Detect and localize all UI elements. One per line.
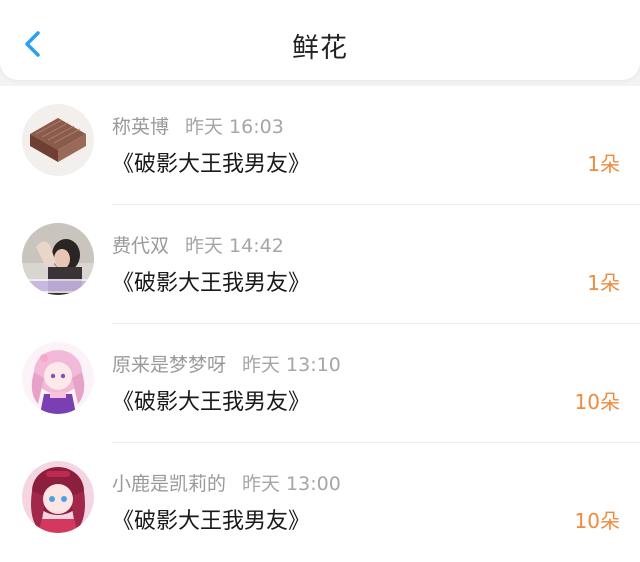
meta-line: 小鹿是凯莉的 昨天 13:00 xyxy=(112,469,341,496)
top-bar: 鲜花 xyxy=(0,0,640,80)
timestamp: 昨天 14:42 xyxy=(185,235,284,257)
work-title[interactable]: 《破影大王我男友》 xyxy=(112,146,310,178)
username[interactable]: 原来是梦梦呀 xyxy=(112,354,226,376)
page-title: 鲜花 xyxy=(292,33,348,64)
brown-tile-avatar[interactable] xyxy=(22,104,94,176)
meta-line: 费代双 昨天 14:42 xyxy=(112,231,284,258)
girl-photo-avatar[interactable] xyxy=(22,223,94,295)
anime-pink-avatar[interactable] xyxy=(22,342,94,414)
work-title[interactable]: 《破影大王我男友》 xyxy=(112,384,310,416)
list-item[interactable]: 原来是梦梦呀 昨天 13:10 《破影大王我男友》 10朵 xyxy=(0,324,640,443)
timestamp: 昨天 13:10 xyxy=(242,354,341,376)
anime-red-avatar[interactable] xyxy=(22,461,94,533)
flower-count: 1朵 xyxy=(587,271,620,295)
flower-count: 1朵 xyxy=(587,152,620,176)
list-item[interactable]: 费代双 昨天 14:42 《破影大王我男友》 1朵 xyxy=(0,205,640,324)
timestamp: 昨天 13:00 xyxy=(242,473,341,495)
username[interactable]: 费代双 xyxy=(112,235,169,257)
flower-count: 10朵 xyxy=(574,390,620,414)
meta-line: 称英博 昨天 16:03 xyxy=(112,112,284,139)
meta-line: 原来是梦梦呀 昨天 13:10 xyxy=(112,350,341,377)
flower-list: 称英博 昨天 16:03 《破影大王我男友》 1朵 费代双 昨天 14:42 《破影… xyxy=(0,86,640,562)
work-title[interactable]: 《破影大王我男友》 xyxy=(112,503,310,535)
list-item[interactable]: 称英博 昨天 16:03 《破影大王我男友》 1朵 xyxy=(0,86,640,205)
list-item[interactable]: 小鹿是凯莉的 昨天 13:00 《破影大王我男友》 10朵 xyxy=(0,443,640,562)
flower-count: 10朵 xyxy=(574,509,620,533)
work-title[interactable]: 《破影大王我男友》 xyxy=(112,265,310,297)
timestamp: 昨天 16:03 xyxy=(185,116,284,138)
username[interactable]: 称英博 xyxy=(112,116,169,138)
username[interactable]: 小鹿是凯莉的 xyxy=(112,473,226,495)
